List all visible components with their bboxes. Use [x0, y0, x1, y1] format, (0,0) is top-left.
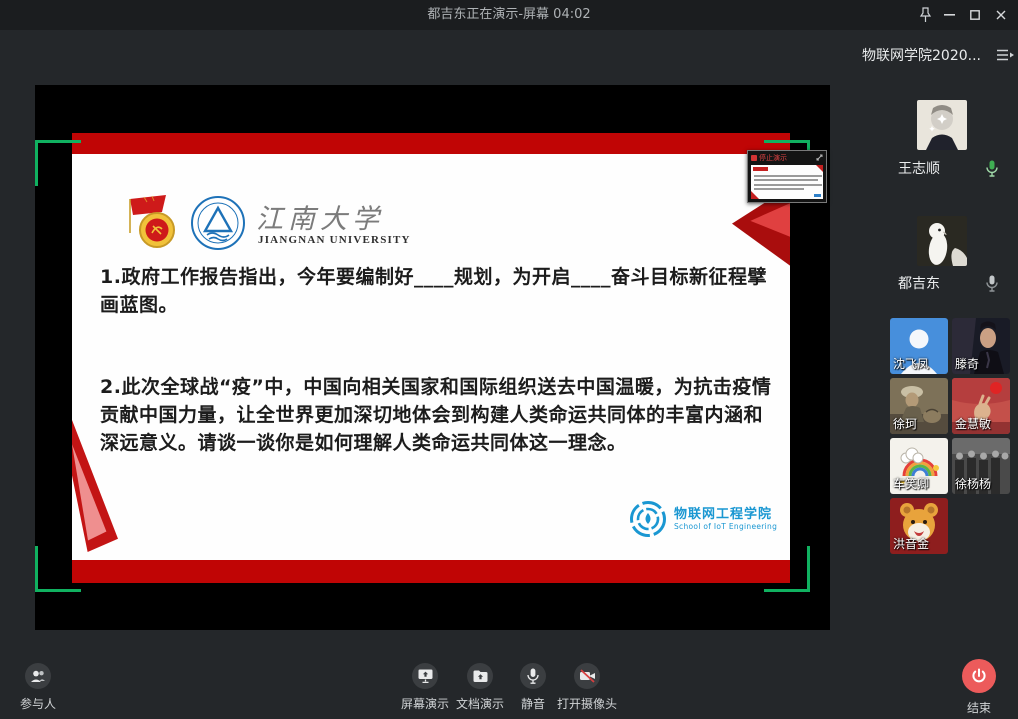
participant-tile-che-xiaoqing[interactable]: 车笑卿	[890, 438, 948, 494]
camera-label: 打开摄像头	[557, 695, 617, 712]
stop-presenting-icon	[751, 155, 757, 161]
meeting-room-name: 物联网学院2020...	[862, 45, 981, 65]
end-label: 结束	[967, 699, 991, 716]
end-meeting-button[interactable]: 结束	[950, 659, 1008, 716]
slide-question-1: 1.政府工作报告指出，今年要编制好____规划，为开启____奋斗目标新征程擘画…	[100, 263, 772, 319]
presentation-slide: 江南大学 JIANGNAN UNIVERSITY 1.政府工作报告指出，今年要编…	[72, 133, 790, 583]
screen-share-icon	[412, 663, 438, 689]
capture-bracket-bottom-right	[764, 546, 810, 592]
university-name-en: JIANGNAN UNIVERSITY	[258, 234, 411, 246]
participants-button[interactable]: 参与人	[12, 663, 64, 712]
participant-tile-shen-feifeng[interactable]: 沈飞凤	[890, 318, 948, 374]
avatar-wang-zhishun[interactable]	[917, 100, 967, 150]
participant-name: 徐珂	[893, 415, 917, 432]
doc-share-label: 文档演示	[456, 695, 504, 712]
iot-school-logo-block: 物联网工程学院 School of IoT Engineering	[628, 499, 777, 539]
mute-label: 静音	[521, 695, 545, 712]
maximize-button[interactable]	[962, 0, 988, 30]
mic-active-icon[interactable]	[986, 160, 998, 177]
mini-window-title: 停止演示	[759, 153, 814, 163]
jiangnan-university-logo	[190, 195, 246, 251]
expand-icon[interactable]	[816, 154, 823, 161]
participants-sidebar: 物联网学院2020... 王志顺	[858, 30, 1018, 719]
collapse-panel-icon[interactable]	[997, 49, 1014, 61]
participant-tile-xu-ke[interactable]: 徐珂	[890, 378, 948, 434]
participant-row: 王志顺	[898, 158, 998, 178]
mute-button[interactable]: 静音	[513, 663, 553, 712]
participant-name: 徐杨杨	[955, 475, 991, 492]
university-name-cn: 江南大学	[256, 197, 384, 236]
mic-idle-icon[interactable]	[986, 275, 998, 292]
participant-row: 都吉东	[898, 273, 998, 293]
participant-tile-xu-yangyang[interactable]: 徐杨杨	[952, 438, 1010, 494]
capture-bracket-top-left	[35, 140, 81, 186]
slide-bottom-red-bar	[72, 560, 790, 583]
participant-name: 滕奇	[955, 355, 979, 372]
screen-share-label: 屏幕演示	[401, 695, 449, 712]
participant-name: 王志顺	[898, 158, 940, 178]
minimize-button[interactable]	[936, 0, 962, 30]
doc-share-icon	[467, 663, 493, 689]
capture-bracket-bottom-left	[35, 546, 81, 592]
party-emblem-logo	[126, 193, 180, 251]
participant-tile-teng-qi[interactable]: 滕奇	[952, 318, 1010, 374]
mini-window-titlebar: 停止演示	[748, 151, 826, 164]
pin-icon[interactable]	[916, 6, 934, 24]
doc-share-button[interactable]: 文档演示	[454, 663, 506, 712]
school-name-cn: 物联网工程学院	[674, 507, 777, 522]
slide-question-2: 2.此次全球战“疫”中，中国向相关国家和国际组织送去中国温暖，为抗击疫情贡献中国…	[100, 373, 772, 457]
close-icon[interactable]	[988, 0, 1014, 30]
school-name-en: School of IoT Engineering	[674, 522, 777, 531]
camera-off-icon	[574, 663, 600, 689]
power-icon	[962, 659, 996, 693]
mini-slide-preview	[751, 165, 823, 199]
screen-share-button[interactable]: 屏幕演示	[399, 663, 451, 712]
participant-name: 洪音金	[893, 535, 929, 552]
participant-name: 都吉东	[898, 273, 940, 293]
presenter-control-mini-window[interactable]: 停止演示	[747, 150, 827, 203]
avatar-du-jidong[interactable]	[917, 216, 967, 266]
window-title: 都吉东正在演示-屏幕 04:02	[0, 0, 1018, 30]
iot-school-logo	[628, 499, 668, 539]
camera-button[interactable]: 打开摄像头	[557, 663, 617, 712]
participants-label: 参与人	[20, 695, 56, 712]
participant-tile-jin-huimin[interactable]: 金慧敏	[952, 378, 1010, 434]
title-bar: 都吉东正在演示-屏幕 04:02	[0, 0, 1018, 30]
participant-name: 沈飞凤	[893, 355, 929, 372]
slide-top-red-bar	[72, 133, 790, 154]
microphone-icon	[520, 663, 546, 689]
participant-name: 金慧敏	[955, 415, 991, 432]
participant-tile-hong-yinjin[interactable]: 洪音金	[890, 498, 948, 554]
participant-name: 车笑卿	[893, 475, 929, 492]
participants-icon	[25, 663, 51, 689]
participant-grid: 沈飞凤 滕奇 徐珂	[890, 318, 1010, 554]
meeting-room-header: 物联网学院2020...	[862, 45, 1014, 65]
